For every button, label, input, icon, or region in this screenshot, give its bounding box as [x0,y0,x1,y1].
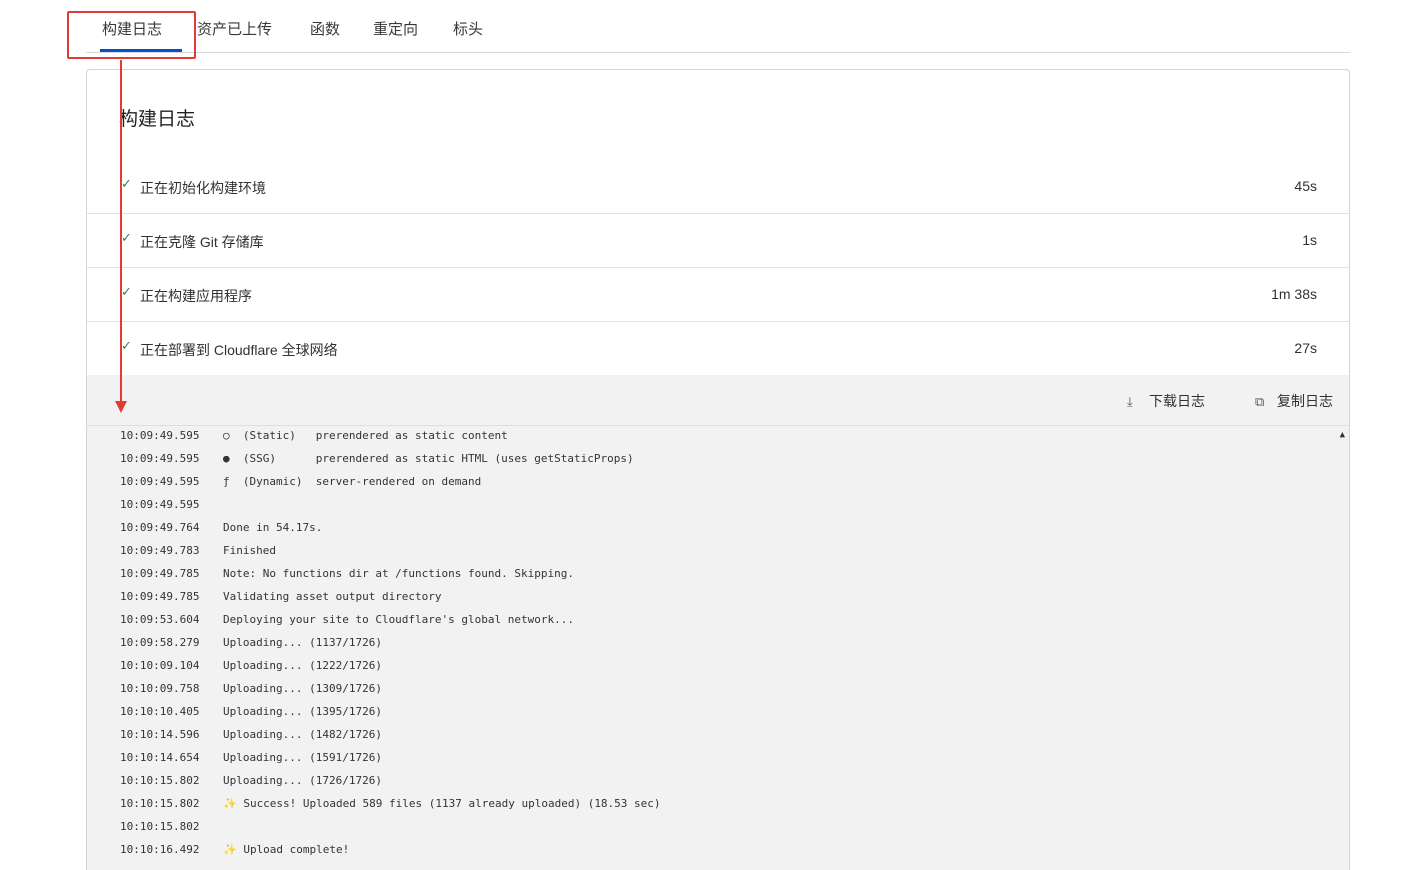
download-log-button[interactable]: ⤓ 下载日志 [1127,391,1205,411]
log-timestamp: 10:09:49.783 [120,544,200,557]
log-timestamp: 10:09:49.785 [120,590,200,603]
check-icon: ✓ [121,176,132,191]
log-line: 10:10:15.802 Uploading... (1726/1726) [120,774,382,797]
build-step[interactable]: ✓ 正在部署到 Cloudflare 全球网络 27s [87,322,1349,376]
tab-redirects[interactable]: 重定向 [373,18,418,39]
log-message: Uploading... (1222/1726) [223,659,382,672]
step-label: 正在部署到 Cloudflare 全球网络 [140,342,338,358]
log-message: Done in 54.17s. [223,521,323,534]
log-timestamp: 10:10:15.802 [120,774,200,787]
panel-title: 构建日志 [119,109,196,130]
tab-label: 构建日志 [102,21,163,38]
step-duration: 27s [1294,340,1317,356]
tab-label: 重定向 [373,21,419,38]
tab-label: 函数 [310,21,341,38]
log-line: 10:10:14.596 Uploading... (1482/1726) [120,728,382,751]
tab-headers[interactable]: 标头 [453,18,483,39]
log-timestamp: 10:09:53.604 [120,613,200,626]
log-line: 10:10:09.758 Uploading... (1309/1726) [120,682,382,705]
step-duration: 45s [1294,178,1317,194]
log-message: Finished [223,544,276,557]
build-log-panel: 构建日志 ✓ 正在初始化构建环境 45s ✓ 正在克隆 Git 存储库 1s ✓… [86,69,1350,870]
log-message: ○ (Static) prerendered as static content [223,429,508,442]
log-line: 10:10:15.802 [120,820,223,843]
check-icon: ✓ [121,284,132,299]
check-icon: ✓ [121,230,132,245]
copy-log-button[interactable]: ⧉ 复制日志 [1255,391,1333,411]
log-line: 10:09:53.604 Deploying your site to Cloud… [120,613,574,636]
build-step[interactable]: ✓ 正在构建应用程序 1m 38s [87,268,1349,322]
log-timestamp: 10:10:15.802 [120,820,200,833]
build-step[interactable]: ✓ 正在克隆 Git 存储库 1s [87,214,1349,268]
log-line: 10:09:49.785 Note: No functions dir at /f… [120,567,574,590]
log-timestamp: 10:10:16.492 [120,843,200,856]
tab-assets-uploaded[interactable]: 资产已上传 [197,18,272,39]
download-icon: ⤓ [1127,394,1133,409]
scroll-up-icon[interactable]: ▲ [1340,430,1345,440]
step-label: 正在构建应用程序 [140,288,252,304]
log-timestamp: 10:10:14.654 [120,751,200,764]
log-message: Uploading... (1482/1726) [223,728,382,741]
log-timestamp: 10:09:58.279 [120,636,200,649]
log-line: 10:09:49.764 Done in 54.17s. [120,521,322,544]
log-timestamp: 10:09:49.595 [120,475,200,488]
log-line: 10:09:49.595 ● (SSG) prerendered as stati… [120,452,634,475]
step-label: 正在初始化构建环境 [140,180,266,196]
log-line: 10:10:16.492 ✨ Upload complete! [120,843,349,866]
log-line: 10:09:49.785 Validating asset output dire… [120,590,442,613]
log-timestamp: 10:09:49.595 [120,452,200,465]
tab-functions[interactable]: 函数 [310,18,340,39]
log-timestamp: 10:10:09.758 [120,682,200,695]
log-timestamp: 10:09:49.764 [120,521,200,534]
log-line: 10:10:09.104 Uploading... (1222/1726) [120,659,382,682]
log-message: Uploading... (1726/1726) [223,774,382,787]
log-message: ƒ (Dynamic) server-rendered on demand [223,475,482,488]
log-message: ✨ Success! Uploaded 589 files (1137 alre… [223,797,661,810]
log-message: Uploading... (1591/1726) [223,751,382,764]
build-steps: ✓ 正在初始化构建环境 45s ✓ 正在克隆 Git 存储库 1s ✓ 正在构建… [87,160,1349,376]
log-output[interactable]: ▲ 10:09:49.595 ○ (Static) prerendered as … [87,426,1349,870]
active-tab-indicator [100,49,182,52]
log-line: 10:10:10.405 Uploading... (1395/1726) [120,705,382,728]
log-timestamp: 10:10:15.802 [120,797,200,810]
log-message: ✨ Upload complete! [223,843,350,856]
log-line: 10:10:14.654 Uploading... (1591/1726) [120,751,382,774]
download-log-label: 下载日志 [1149,393,1205,409]
log-message: ● (SSG) prerendered as static HTML (uses… [223,452,634,465]
tab-bar: 构建日志 资产已上传 函数 重定向 标头 [86,0,1350,53]
copy-icon: ⧉ [1255,394,1265,409]
log-timestamp: 10:10:10.405 [120,705,200,718]
step-label: 正在克隆 Git 存储库 [140,234,264,250]
log-line: 10:10:15.802 ✨ Success! Uploaded 589 file… [120,797,661,820]
log-line: 10:09:58.279 Uploading... (1137/1726) [120,636,382,659]
step-duration: 1s [1302,232,1317,248]
log-line: 10:09:49.595 ○ (Static) prerendered as st… [120,429,508,452]
log-message: Validating asset output directory [223,590,442,603]
build-step[interactable]: ✓ 正在初始化构建环境 45s [87,160,1349,214]
log-timestamp: 10:10:09.104 [120,659,200,672]
log-line: 10:09:49.595 ƒ (Dynamic) server-rendered … [120,475,481,498]
check-icon: ✓ [121,338,132,353]
log-message: Uploading... (1309/1726) [223,682,382,695]
log-message: Uploading... (1395/1726) [223,705,382,718]
log-timestamp: 10:10:14.596 [120,728,200,741]
log-timestamp: 10:09:49.595 [120,429,200,442]
log-message: Deploying your site to Cloudflare's glob… [223,613,574,626]
log-line: 10:09:49.783 Finished [120,544,276,567]
step-duration: 1m 38s [1271,286,1317,302]
log-timestamp: 10:09:49.785 [120,567,200,580]
tab-label: 资产已上传 [197,21,273,38]
log-line: 10:09:49.595 [120,498,223,521]
log-toolbar: ⤓ 下载日志 ⧉ 复制日志 [87,375,1349,426]
tab-build-log[interactable]: 构建日志 [102,18,162,39]
log-message: Uploading... (1137/1726) [223,636,382,649]
copy-log-label: 复制日志 [1277,393,1333,409]
log-message: Note: No functions dir at /functions fou… [223,567,574,580]
tab-label: 标头 [453,21,484,38]
log-timestamp: 10:09:49.595 [120,498,200,511]
